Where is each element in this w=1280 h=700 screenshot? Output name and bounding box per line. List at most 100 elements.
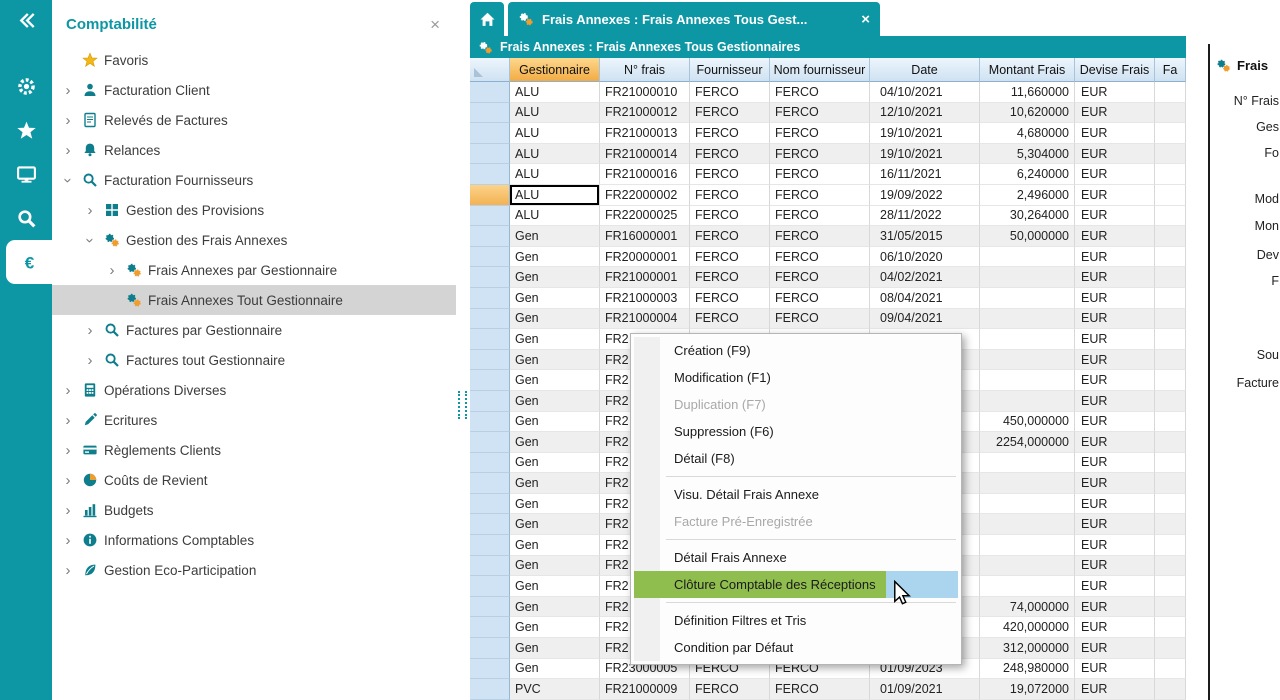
chevron-right-icon[interactable]: ›	[60, 412, 76, 429]
sidebar-item[interactable]: ›Frais Annexes par Gestionnaire	[52, 255, 456, 285]
chevron-right-icon[interactable]: ›	[82, 352, 98, 369]
menu-item[interactable]: Condition par Défaut	[634, 634, 958, 661]
sidebar-item[interactable]: ›Gestion des Frais Annexes	[52, 225, 456, 255]
chevron-right-icon[interactable]: ›	[82, 202, 98, 219]
chevron-right-icon[interactable]: ›	[60, 382, 76, 399]
tab-close-icon[interactable]: ×	[861, 11, 870, 28]
sidebar-item[interactable]: Frais Annexes Tout Gestionnaire	[52, 285, 456, 315]
row-selector[interactable]	[470, 412, 510, 433]
sidebar-item[interactable]: ›Relevés de Factures	[52, 105, 456, 135]
rail-item-collapse[interactable]	[0, 0, 52, 40]
splitter-grip-icon[interactable]	[458, 391, 467, 419]
sidebar-item[interactable]: ›Facturation Fournisseurs	[52, 165, 456, 195]
row-selector[interactable]	[470, 638, 510, 659]
row-selector[interactable]	[470, 679, 510, 700]
sidebar-item[interactable]: ›Budgets	[52, 495, 456, 525]
table-row[interactable]: ALUFR21000016FERCOFERCO16/11/20216,24000…	[470, 164, 1186, 185]
row-selector[interactable]	[470, 350, 510, 371]
row-selector[interactable]	[470, 556, 510, 577]
column-header[interactable]: Date	[870, 58, 980, 82]
sidebar-item[interactable]: ›Relances	[52, 135, 456, 165]
column-header[interactable]: Fa	[1155, 58, 1186, 82]
row-selector[interactable]	[470, 597, 510, 618]
sidebar-item[interactable]: ›Coûts de Revient	[52, 465, 456, 495]
column-header[interactable]: Montant Frais	[980, 58, 1075, 82]
row-selector[interactable]	[470, 123, 510, 144]
sidebar-item[interactable]: ›Gestion des Provisions	[52, 195, 456, 225]
row-selector[interactable]	[470, 494, 510, 515]
rail-item-star[interactable]	[0, 108, 52, 152]
menu-item[interactable]: Création (F9)	[634, 337, 958, 364]
menu-item[interactable]: Visu. Détail Frais Annexe	[634, 481, 958, 508]
row-selector[interactable]	[470, 288, 510, 309]
row-selector[interactable]	[470, 514, 510, 535]
row-selector[interactable]	[470, 432, 510, 453]
table-row[interactable]: ALUFR21000014FERCOFERCO19/10/20215,30400…	[470, 144, 1186, 165]
chevron-right-icon[interactable]: ›	[60, 442, 76, 459]
row-selector[interactable]	[470, 185, 510, 206]
row-selector[interactable]	[470, 391, 510, 412]
table-row[interactable]: ALUFR21000010FERCOFERCO04/10/202111,6600…	[470, 82, 1186, 103]
sidebar-item[interactable]: ›Factures tout Gestionnaire	[52, 345, 456, 375]
row-selector[interactable]	[470, 144, 510, 165]
chevron-right-icon[interactable]: ›	[82, 322, 98, 339]
menu-item[interactable]: Détail Frais Annexe	[634, 544, 958, 571]
column-header[interactable]: Nom fournisseur	[770, 58, 870, 82]
rail-item-euro[interactable]	[6, 240, 52, 284]
table-row[interactable]: GenFR20000001FERCOFERCO06/10/2020EUR	[470, 247, 1186, 268]
row-selector[interactable]	[470, 453, 510, 474]
column-header[interactable]: Fournisseur	[690, 58, 770, 82]
sidebar-item[interactable]: ›Ecritures	[52, 405, 456, 435]
chevron-down-icon[interactable]: ›	[60, 172, 77, 188]
row-selector[interactable]	[470, 370, 510, 391]
table-row[interactable]: ALUFR22000002FERCOFERCO19/09/20222,49600…	[470, 185, 1186, 206]
row-selector[interactable]	[470, 617, 510, 638]
sidebar-item[interactable]: ›Opérations Diverses	[52, 375, 456, 405]
chevron-right-icon[interactable]: ›	[60, 112, 76, 129]
rail-item-search[interactable]	[0, 196, 52, 240]
sidebar-splitter[interactable]	[456, 0, 470, 700]
row-selector[interactable]	[470, 576, 510, 597]
rail-item-monitor[interactable]	[0, 152, 52, 196]
rail-item-gear[interactable]	[0, 64, 52, 108]
table-row[interactable]: GenFR21000001FERCOFERCO04/02/2021EUR	[470, 267, 1186, 288]
chevron-right-icon[interactable]: ›	[60, 472, 76, 489]
sidebar-item[interactable]: ›Règlements Clients	[52, 435, 456, 465]
row-selector[interactable]	[470, 473, 510, 494]
chevron-right-icon[interactable]: ›	[60, 562, 76, 579]
column-header[interactable]: Gestionnaire	[510, 58, 600, 82]
column-header[interactable]: Devise Frais	[1075, 58, 1155, 82]
table-row[interactable]: ALUFR21000012FERCOFERCO12/10/202110,6200…	[470, 103, 1186, 124]
chevron-right-icon[interactable]: ›	[60, 82, 76, 99]
row-selector[interactable]	[470, 226, 510, 247]
table-corner-cell[interactable]	[470, 58, 510, 82]
sidebar-item[interactable]: ›Gestion Eco-Participation	[52, 555, 456, 585]
row-selector[interactable]	[470, 535, 510, 556]
table-row[interactable]: GenFR21000004FERCOFERCO09/04/2021EUR	[470, 309, 1186, 330]
sidebar-item[interactable]: ›Factures par Gestionnaire	[52, 315, 456, 345]
table-row[interactable]: ALUFR22000025FERCOFERCO28/11/202230,2640…	[470, 206, 1186, 227]
sidebar-close-icon[interactable]: ×	[430, 18, 440, 32]
chevron-right-icon[interactable]: ›	[60, 502, 76, 519]
menu-item[interactable]: Suppression (F6)	[634, 418, 958, 445]
chevron-right-icon[interactable]: ›	[60, 142, 76, 159]
table-row[interactable]: GenFR21000003FERCOFERCO08/04/2021EUR	[470, 288, 1186, 309]
row-selector[interactable]	[470, 82, 510, 103]
table-scrollbar-track[interactable]	[1186, 36, 1208, 700]
menu-item[interactable]: Détail (F8)	[634, 445, 958, 472]
row-selector[interactable]	[470, 247, 510, 268]
row-selector[interactable]	[470, 329, 510, 350]
home-tab[interactable]	[470, 2, 504, 36]
tab-frais-annexes[interactable]: Frais Annexes : Frais Annexes Tous Gest.…	[508, 2, 880, 36]
row-selector[interactable]	[470, 206, 510, 227]
chevron-down-icon[interactable]: ›	[82, 232, 99, 248]
row-selector[interactable]	[470, 659, 510, 680]
chevron-right-icon[interactable]: ›	[104, 262, 120, 279]
column-header[interactable]: N° frais	[600, 58, 690, 82]
table-row[interactable]: GenFR16000001FERCOFERCO31/05/201550,0000…	[470, 226, 1186, 247]
menu-item[interactable]: Définition Filtres et Tris	[634, 607, 958, 634]
sidebar-item[interactable]: ›Informations Comptables	[52, 525, 456, 555]
table-row[interactable]: ALUFR21000013FERCOFERCO19/10/20214,68000…	[470, 123, 1186, 144]
row-selector[interactable]	[470, 309, 510, 330]
row-selector[interactable]	[470, 267, 510, 288]
